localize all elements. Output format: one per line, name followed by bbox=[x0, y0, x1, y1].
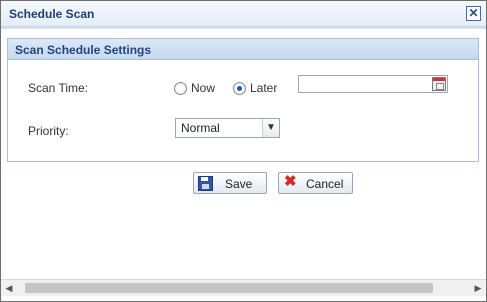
priority-select[interactable]: Normal ▼ bbox=[175, 118, 280, 138]
radio-now[interactable] bbox=[174, 82, 187, 95]
scroll-right-icon[interactable]: ▶ bbox=[470, 280, 486, 296]
scan-date-input[interactable] bbox=[298, 75, 448, 93]
scroll-left-icon[interactable]: ◀ bbox=[1, 280, 17, 296]
panel-header: Scan Schedule Settings bbox=[8, 39, 478, 60]
red-x-icon: ✖ bbox=[284, 173, 297, 190]
cancel-button[interactable]: ✖ Cancel bbox=[278, 172, 353, 194]
scan-time-label: Scan Time: bbox=[28, 81, 89, 95]
horizontal-scrollbar[interactable]: ◀ ▶ bbox=[1, 279, 486, 296]
dialog-titlebar[interactable]: Schedule Scan ✕ bbox=[1, 1, 486, 27]
dialog-content: Scan Schedule Settings Scan Time: Now La… bbox=[1, 27, 486, 279]
priority-selected-value: Normal bbox=[181, 121, 220, 135]
save-button[interactable]: Save bbox=[193, 172, 267, 194]
priority-label: Priority: bbox=[28, 124, 69, 138]
close-icon[interactable]: ✕ bbox=[466, 6, 481, 21]
scrollbar-thumb[interactable] bbox=[25, 283, 433, 293]
schedule-scan-dialog: Schedule Scan ✕ Scan Schedule Settings S… bbox=[0, 0, 487, 302]
floppy-disk-icon bbox=[198, 176, 213, 191]
cancel-button-label: Cancel bbox=[306, 177, 344, 191]
radio-now-label[interactable]: Now bbox=[191, 81, 215, 95]
panel-header-label: Scan Schedule Settings bbox=[15, 43, 152, 57]
chevron-down-icon[interactable]: ▼ bbox=[262, 119, 279, 137]
scan-schedule-settings-panel: Scan Schedule Settings Scan Time: Now La… bbox=[7, 38, 479, 162]
calendar-icon[interactable] bbox=[432, 77, 446, 91]
save-button-label: Save bbox=[225, 177, 253, 191]
dialog-title: Schedule Scan bbox=[9, 7, 95, 21]
radio-later[interactable] bbox=[233, 82, 246, 95]
radio-later-label[interactable]: Later bbox=[250, 81, 277, 95]
